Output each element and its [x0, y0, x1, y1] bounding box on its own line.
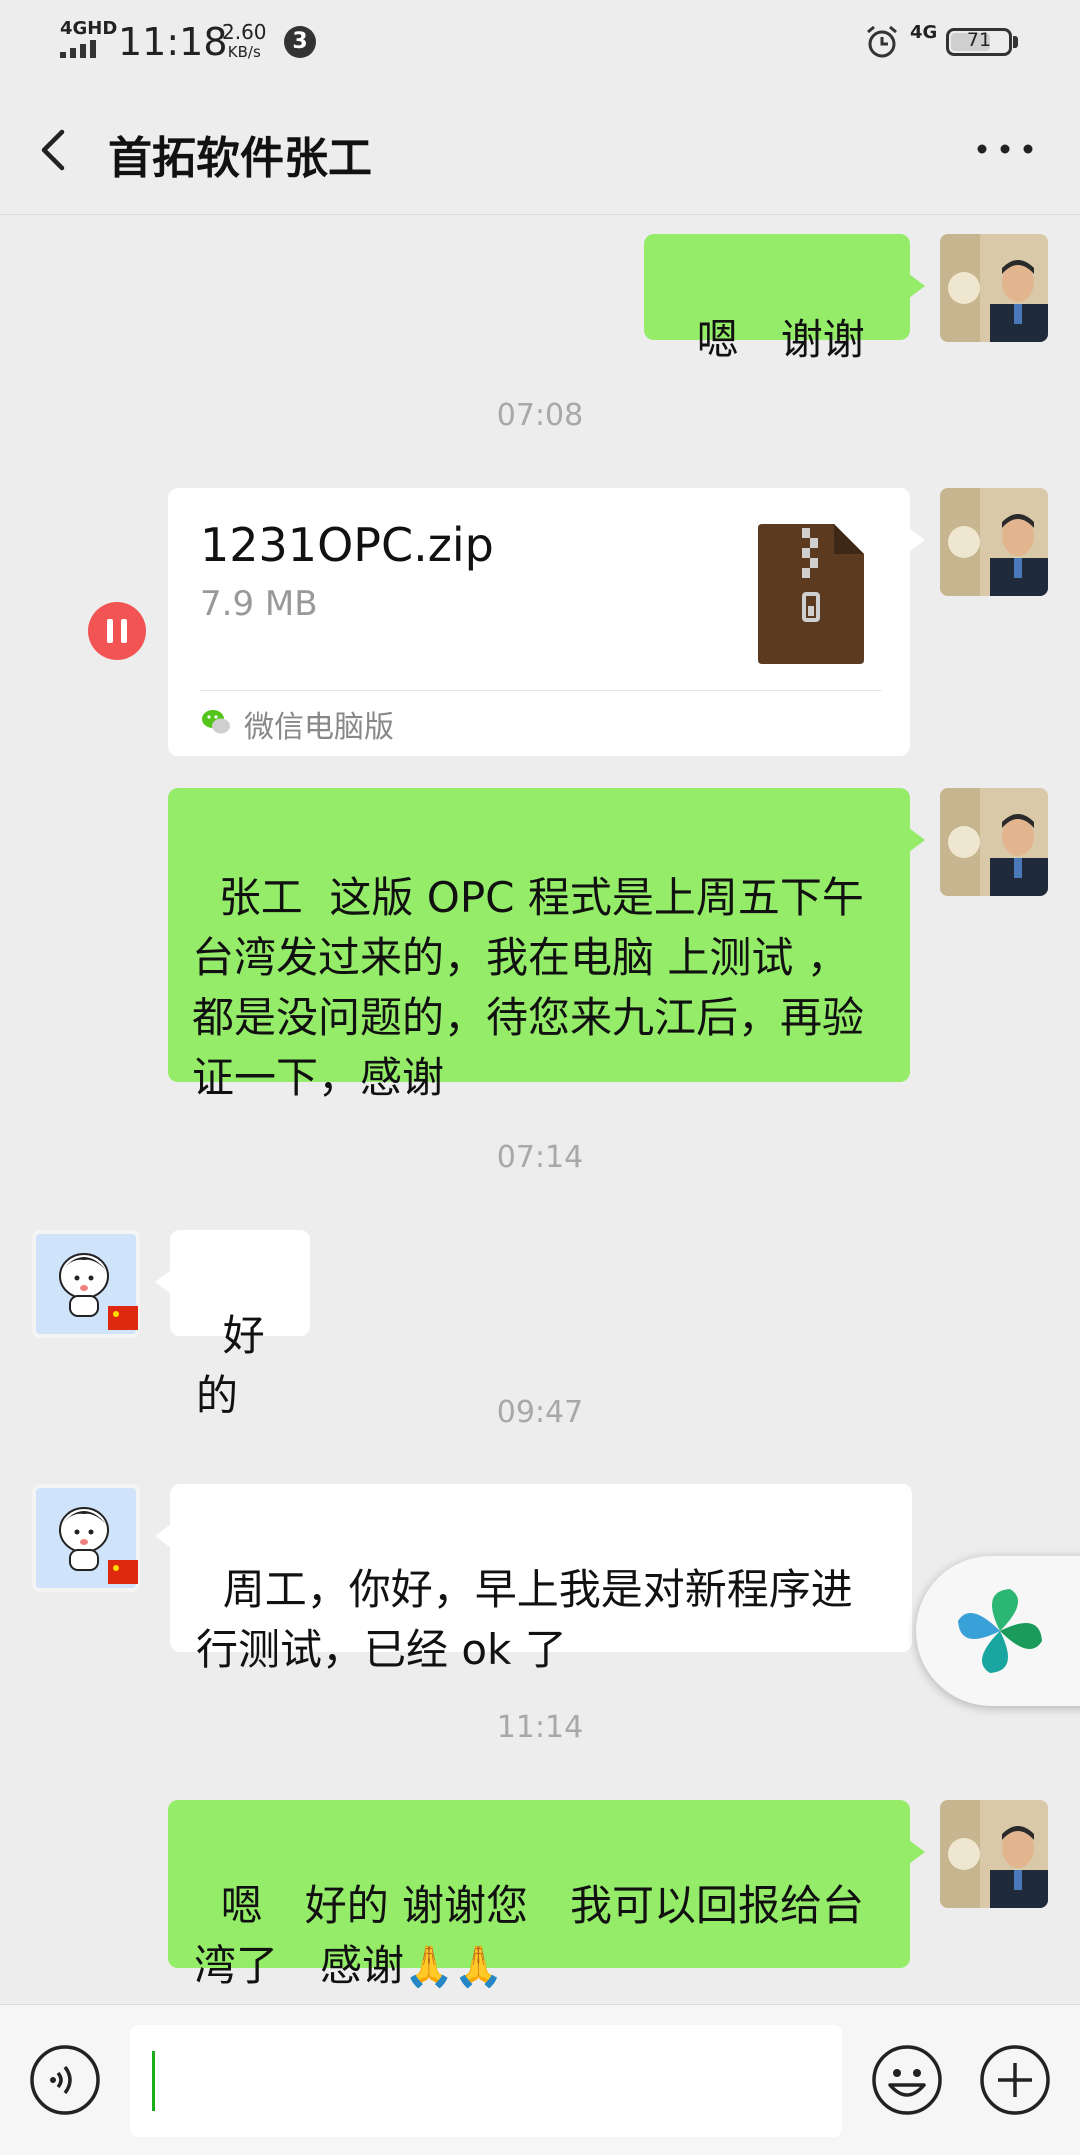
input-caret	[152, 2051, 155, 2111]
file-source: 微信电脑版	[244, 710, 394, 745]
battery-icon: 71	[946, 28, 1012, 56]
timestamp: 09:47	[496, 1395, 584, 1430]
notification-badge: 3	[284, 26, 316, 58]
speed-unit: KB/s	[227, 43, 261, 61]
message-bubble-outgoing[interactable]: 嗯 谢谢	[644, 234, 925, 364]
alarm-icon	[867, 25, 897, 58]
message-text: 嗯 谢谢	[696, 315, 865, 364]
file-name: 1231OPC.zip	[200, 518, 494, 572]
message-bubble-incoming[interactable]: 周工，你好，早上我是对新程序进行测试，已经 ok 了	[155, 1484, 912, 1674]
my-avatar[interactable]	[940, 1800, 1048, 1908]
zip-file-icon	[758, 524, 864, 664]
contact-avatar[interactable]	[32, 1230, 140, 1338]
network-type: 4G	[910, 22, 938, 43]
pause-download-button[interactable]	[88, 602, 146, 660]
more-functions-button[interactable]	[978, 2043, 1052, 2117]
battery-cap	[1013, 36, 1018, 48]
contact-avatar[interactable]	[32, 1484, 140, 1592]
message-text: 嗯 好的 谢谢您 我可以回报给台湾了 感谢	[194, 1881, 865, 1990]
message-input[interactable]	[130, 2025, 842, 2137]
back-button[interactable]	[30, 120, 80, 180]
status-time: 11:18	[118, 20, 228, 64]
message-bubble-outgoing[interactable]: 张工 这版 OPC 程式是上周五下午台湾发过来的，我在电脑 上测试 ，都是没问题…	[168, 788, 925, 1102]
status-bar: 4GHD 11:18 2.60 KB/s 3 4G 71	[0, 0, 1080, 84]
message-bubble-incoming[interactable]: 好的	[155, 1230, 310, 1420]
wechat-icon	[202, 710, 230, 734]
network-label: 4GHD	[60, 18, 118, 39]
battery-level: 71	[966, 29, 992, 51]
my-avatar[interactable]	[940, 234, 1048, 342]
file-message-card[interactable]: 1231OPC.zip 7.9 MB 微信电脑版	[168, 488, 925, 756]
network-speed: 2.60 KB/s	[222, 22, 267, 62]
message-text: 周工，你好，早上我是对新程序进行测试，已经 ok 了	[196, 1565, 853, 1674]
timestamp: 11:14	[496, 1710, 584, 1745]
timestamp: 07:14	[496, 1140, 584, 1175]
speed-value: 2.60	[222, 20, 267, 44]
chat-title: 首拓软件张工	[108, 133, 372, 184]
floating-assistant-button[interactable]	[916, 1556, 1080, 1706]
message-bubble-outgoing[interactable]: 嗯 好的 谢谢您 我可以回报给台湾了 感谢🙏🙏	[168, 1800, 925, 1990]
file-size: 7.9 MB	[200, 584, 318, 624]
my-avatar[interactable]	[940, 488, 1048, 596]
file-divider	[200, 690, 882, 691]
emoji-button[interactable]	[870, 2043, 944, 2117]
timestamp: 07:08	[496, 398, 584, 433]
message-text: 张工 这版 OPC 程式是上周五下午台湾发过来的，我在电脑 上测试 ，都是没问题…	[192, 873, 865, 1102]
assistant-icon	[958, 1589, 1042, 1673]
title-bar: 首拓软件张工	[0, 84, 1080, 215]
voice-input-button[interactable]	[28, 2043, 102, 2117]
emoji-text: 🙏🙏	[404, 1944, 504, 1990]
input-bar	[0, 2004, 1080, 2155]
more-options-button[interactable]	[970, 124, 1040, 174]
signal-icon	[60, 40, 96, 58]
my-avatar[interactable]	[940, 788, 1048, 896]
